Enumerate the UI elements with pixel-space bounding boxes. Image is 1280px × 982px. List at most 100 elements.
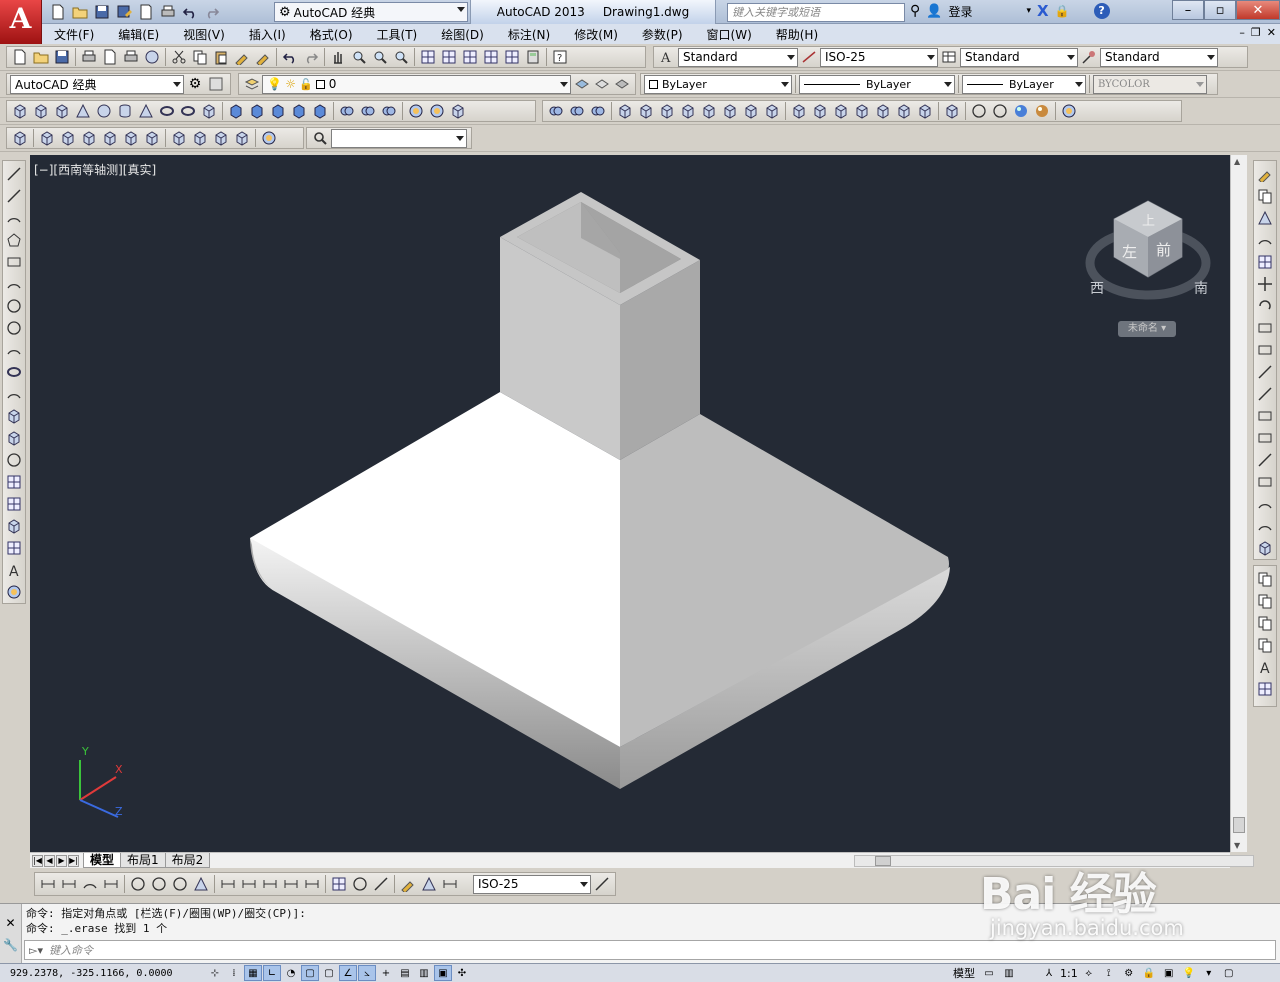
app-menu-button[interactable]: A: [0, 0, 42, 44]
model-viewport[interactable]: [−][西南等轴测][真实] Y X Z 上 左 前 西 南 未命名 ▾: [30, 155, 1230, 852]
arc-icon[interactable]: [4, 274, 24, 294]
dim-style-toolbar-dropdown[interactable]: ISO-25: [473, 874, 591, 894]
layer-dropdown[interactable]: 💡 ☼ 🔓 0: [262, 74, 572, 94]
ellipse-icon[interactable]: [4, 362, 24, 382]
ordinate-icon[interactable]: [101, 874, 121, 894]
compass-south-label[interactable]: 南: [1194, 281, 1208, 297]
circle-icon[interactable]: [4, 296, 24, 316]
menu-item[interactable]: 修改(M): [562, 26, 630, 43]
design-center-icon[interactable]: [439, 47, 459, 67]
block-editor-icon[interactable]: [253, 47, 273, 67]
ucs-icon[interactable]: Y X Z: [79, 745, 123, 818]
chevron-down-icon[interactable]: ▾: [1026, 6, 1031, 16]
login-link[interactable]: 登录: [948, 3, 972, 20]
text-style-icon[interactable]: A: [657, 47, 677, 67]
vertical-scrollbar[interactable]: ▲ ▼: [1230, 155, 1247, 852]
pan-icon[interactable]: [328, 47, 348, 67]
lineweight-dropdown[interactable]: ByLayer: [962, 74, 1086, 94]
tab-layout1[interactable]: 布局1: [120, 853, 166, 868]
top-view-icon[interactable]: [37, 128, 57, 148]
next-tab-icon[interactable]: ▶: [56, 854, 67, 867]
menu-item[interactable]: 编辑(E): [106, 26, 171, 43]
grid-display-icon[interactable]: ▦: [244, 965, 262, 981]
3d-rotate-icon[interactable]: [427, 101, 447, 121]
helix-icon[interactable]: [178, 101, 198, 121]
linear-dim-icon[interactable]: [38, 874, 58, 894]
angular-icon[interactable]: [191, 874, 211, 894]
break-dim-icon[interactable]: [302, 874, 322, 894]
workspace-dropdown[interactable]: ⚙ AutoCAD 经典: [274, 2, 468, 22]
named-views-icon[interactable]: [10, 128, 30, 148]
zoom-previous-icon[interactable]: [391, 47, 411, 67]
rotate-icon[interactable]: [1255, 296, 1275, 316]
minimize-button[interactable]: –: [1172, 0, 1204, 20]
lock-icon[interactable]: 🔒: [1140, 965, 1158, 981]
quick-properties-icon[interactable]: ▣: [434, 965, 452, 981]
torus-icon[interactable]: [157, 101, 177, 121]
lineweight-icon[interactable]: ▤: [396, 965, 414, 981]
dynamic-ucs-icon[interactable]: ⦣: [358, 965, 376, 981]
gear-icon[interactable]: ⚙: [185, 74, 205, 94]
menu-item[interactable]: 文件(F): [42, 26, 106, 43]
table-icon[interactable]: [4, 538, 24, 558]
rotate-faces-icon[interactable]: [699, 101, 719, 121]
print-icon[interactable]: [79, 47, 99, 67]
wrench-icon[interactable]: 🔧: [3, 938, 18, 952]
match-properties-icon[interactable]: [232, 47, 252, 67]
mtext-icon[interactable]: A: [4, 560, 24, 580]
dim-style-manager-icon[interactable]: [592, 874, 612, 894]
polysolid-icon[interactable]: [10, 101, 30, 121]
camera-icon[interactable]: [259, 128, 279, 148]
model-space-button[interactable]: 模型: [950, 965, 978, 981]
text-front-icon[interactable]: A: [1255, 657, 1275, 677]
workspace-settings-icon[interactable]: [206, 74, 226, 94]
add-selected-icon[interactable]: [4, 582, 24, 602]
center-mark-icon[interactable]: [350, 874, 370, 894]
last-tab-icon[interactable]: ▶|: [68, 854, 79, 867]
visual-styles-icon[interactable]: [969, 101, 989, 121]
wcs-menu[interactable]: 未命名 ▾: [1118, 321, 1176, 337]
polyline-icon[interactable]: [4, 208, 24, 228]
send-back-icon[interactable]: [1255, 591, 1275, 611]
se-iso-icon[interactable]: [190, 128, 210, 148]
base-plate-solid[interactable]: [250, 392, 950, 789]
table-style-icon[interactable]: [939, 47, 959, 67]
blend-curves-icon[interactable]: [1255, 516, 1275, 536]
subtract-icon[interactable]: [358, 101, 378, 121]
dynamic-input-icon[interactable]: +: [377, 965, 395, 981]
paste-icon[interactable]: [211, 47, 231, 67]
wedge-icon[interactable]: [52, 101, 72, 121]
maximize-button[interactable]: ▫: [1204, 0, 1236, 20]
layout-icon[interactable]: ▭: [980, 965, 998, 981]
workspace-switch-icon[interactable]: ⚙: [1120, 965, 1138, 981]
render-icon[interactable]: [1059, 101, 1079, 121]
gradient-icon[interactable]: [4, 494, 24, 514]
aligned-dim-icon[interactable]: [59, 874, 79, 894]
hatch-icon[interactable]: [4, 472, 24, 492]
plot-preview-icon[interactable]: [136, 2, 156, 22]
layer-previous-icon[interactable]: [592, 74, 611, 94]
quick-view-drawings-icon[interactable]: ▥: [1000, 965, 1018, 981]
layer-state-icon[interactable]: [613, 74, 632, 94]
3d-move-icon[interactable]: [406, 101, 426, 121]
redo-icon[interactable]: [202, 2, 222, 22]
3d-osnap-icon[interactable]: ▢: [320, 965, 338, 981]
plot-preview-icon[interactable]: [100, 47, 120, 67]
snap-icon[interactable]: ⁞: [225, 965, 243, 981]
menu-item[interactable]: 参数(P): [630, 26, 695, 43]
pan-icon[interactable]: ⅄: [1040, 965, 1058, 981]
selection-cycling-icon[interactable]: ✣: [453, 965, 471, 981]
tolerance-icon[interactable]: [329, 874, 349, 894]
bottom-view-icon[interactable]: [58, 128, 78, 148]
polygon-icon[interactable]: [4, 230, 24, 250]
front-view-icon[interactable]: [121, 128, 141, 148]
color-edges-icon[interactable]: [810, 101, 830, 121]
sheet-set-icon[interactable]: [481, 47, 501, 67]
tab-layout2[interactable]: 布局2: [164, 853, 211, 868]
baseline-icon[interactable]: [239, 874, 259, 894]
space-icon[interactable]: [281, 874, 301, 894]
properties-icon[interactable]: [418, 47, 438, 67]
compass-west-label[interactable]: 西: [1090, 281, 1104, 297]
coordinate-readout[interactable]: 929.2378, -325.1166, 0.0000: [0, 968, 200, 979]
save-as-icon[interactable]: [114, 2, 134, 22]
